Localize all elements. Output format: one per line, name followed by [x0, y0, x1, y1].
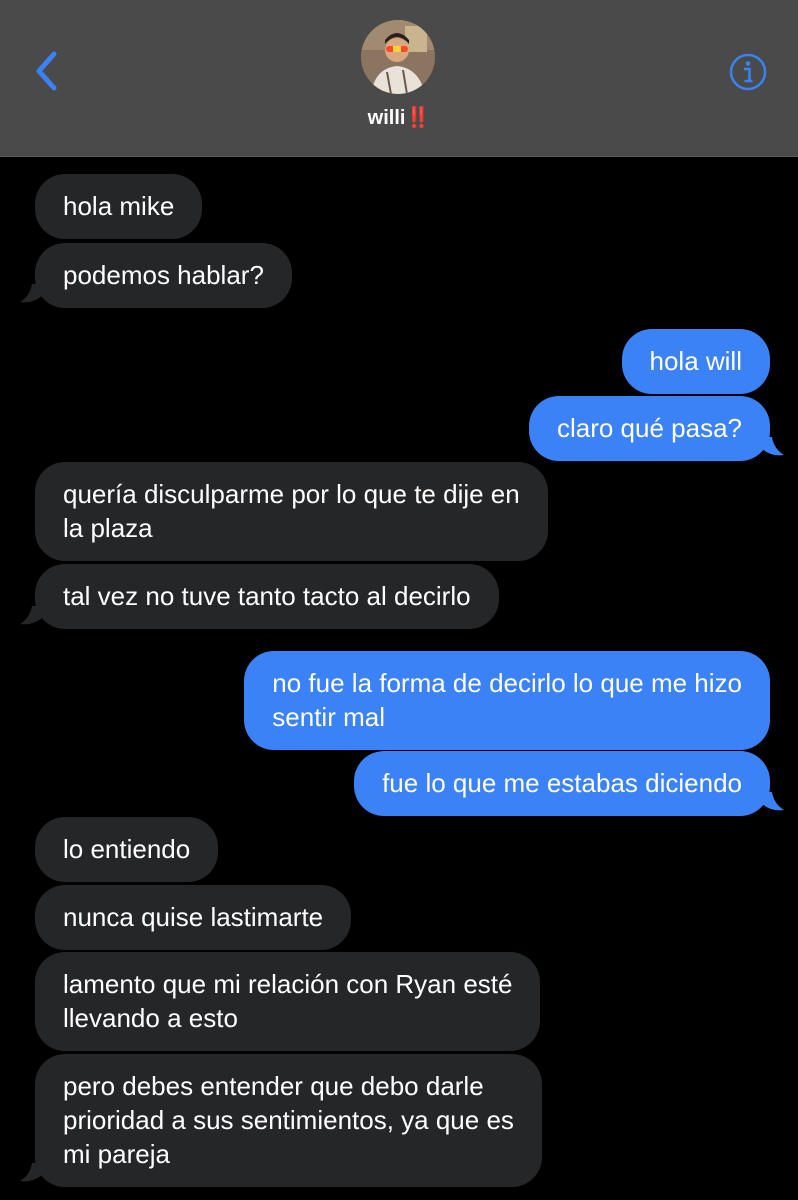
- bubble-tail: [20, 1163, 42, 1182]
- bubble-tail: [762, 437, 784, 456]
- info-button[interactable]: [728, 52, 768, 92]
- conversation-header: willi‼️: [0, 0, 798, 157]
- message-bubble-incoming[interactable]: nunca quise lastimarte: [35, 885, 352, 950]
- info-icon: [729, 53, 767, 91]
- contact-photo: [361, 20, 435, 94]
- message-bubble-outgoing[interactable]: no fue la forma de decirlo lo que me hiz…: [244, 651, 770, 750]
- message-bubble-incoming[interactable]: podemos hablar?: [35, 243, 292, 308]
- message-bubble-incoming[interactable]: quería disculparme por lo que te dije en…: [35, 462, 548, 561]
- message-bubble-outgoing[interactable]: fue lo que me estabas diciendo: [354, 751, 770, 816]
- bubble-tail: [762, 792, 784, 811]
- chevron-left-icon: [36, 51, 57, 91]
- avatar[interactable]: [361, 20, 435, 94]
- message-bubble-outgoing[interactable]: hola will: [621, 329, 770, 394]
- message-bubble-outgoing[interactable]: claro qué pasa?: [528, 396, 770, 461]
- back-button[interactable]: [30, 48, 70, 94]
- message-bubble-incoming[interactable]: hola mike: [35, 174, 203, 239]
- message-bubble-incoming[interactable]: pero debes entender que debo darle prior…: [35, 1054, 542, 1187]
- message-bubble-incoming[interactable]: lo entiendo: [35, 817, 219, 882]
- contact-name[interactable]: willi‼️: [0, 105, 798, 130]
- message-bubble-incoming[interactable]: lamento que mi relación con Ryan esté ll…: [35, 952, 541, 1051]
- bubble-tail: [20, 284, 42, 303]
- bubble-tail: [20, 606, 42, 625]
- message-bubble-incoming[interactable]: tal vez no tuve tanto tacto al decirlo: [35, 564, 499, 629]
